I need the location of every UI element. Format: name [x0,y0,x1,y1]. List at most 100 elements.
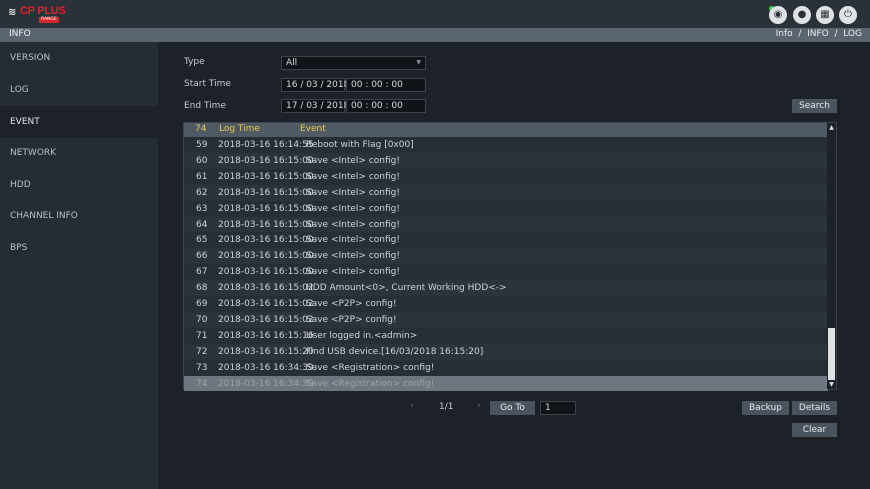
end-time-field[interactable]: 00 : 00 : 00 [346,99,426,113]
top-bar: ≋ CP PLUS RANGE ◉ ● ▦ ⏻ [0,0,870,28]
power-icon[interactable]: ⏻ [839,6,857,24]
start-time-field[interactable]: 00 : 00 : 00 [346,78,426,92]
row-event: Save <Intel> config! [306,267,400,278]
row-log-time: 2018-03-16 16:15:00 [218,219,314,230]
table-row[interactable]: 60 2018-03-16 16:15:00 Save <Intel> config… [184,152,828,169]
logo-mark-icon: ≋ [8,7,17,18]
type-select[interactable]: All ▼ [281,56,426,70]
row-number: 65 [196,235,208,246]
row-log-time: 2018-03-16 16:15:02 [218,299,314,309]
row-event: Save <Intel> config! [306,155,400,166]
next-page-icon[interactable]: › [477,401,481,411]
scroll-thumb[interactable] [828,328,835,380]
details-button[interactable]: Details [792,401,837,415]
table-row[interactable]: 72 2018-03-16 16:15:20 Find USB device.[16… [184,343,828,360]
prev-page-icon[interactable]: ‹ [410,401,414,411]
row-log-time: 2018-03-16 16:15:00 [218,235,314,246]
row-log-time: 2018-03-16 16:34:39 [218,362,314,373]
header-log-time: Log Time [219,124,260,134]
row-event: Save <Intel> config! [306,187,400,198]
eye-icon[interactable]: ◉ [769,6,787,24]
table-row[interactable]: 67 2018-03-16 16:15:00 Save <Intel> config… [184,264,828,280]
brand-name: CP PLUS [20,5,66,17]
table-row[interactable]: 73 2018-03-16 16:34:39 Save <Registration>… [184,360,828,376]
row-log-time: 2018-03-16 16:15:02 [218,314,314,325]
row-number: 60 [196,155,208,166]
row-log-time: 2018-03-16 16:15:16 [218,330,314,341]
row-event: Save <Intel> config! [306,203,400,214]
sidebar-item-version[interactable]: VERSION [0,42,158,74]
table-row[interactable]: 62 2018-03-16 16:15:00 Save <Intel> config… [184,184,828,201]
row-event: Save <Intel> config! [306,251,400,262]
table-row[interactable]: 61 2018-03-16 16:15:00 Save <Intel> config… [184,169,828,185]
table-scrollbar[interactable]: ▲ ▼ [827,123,836,389]
row-event: Save <Intel> config! [306,219,400,230]
chevron-down-icon: ▼ [416,59,421,66]
backup-button[interactable]: Backup [742,401,789,415]
row-log-time: 2018-03-16 16:34:39 [218,378,314,389]
row-event: Save <Registration> config! [306,378,435,389]
start-time-label: Start Time [184,79,231,89]
page-indicator: 1/1 [439,402,454,412]
table-row[interactable]: 63 2018-03-16 16:15:00 Save <Intel> config… [184,201,828,217]
row-number: 67 [196,267,208,278]
grid-icon[interactable]: ▦ [816,6,834,24]
header-bar: INFO Info / INFO / LOG [0,28,870,42]
sidebar-item-network[interactable]: NETWORK [0,137,158,169]
brand-logo: ≋ CP PLUS RANGE [8,5,68,23]
breadcrumb: Info / INFO / LOG [775,29,862,39]
row-event: Save <P2P> config! [306,314,397,325]
goto-page-input[interactable]: 1 [540,401,576,415]
row-log-time: 2018-03-16 16:14:55 [218,140,314,150]
row-event: Reboot with Flag [0x00] [306,140,414,150]
header-count: 74 [195,124,207,134]
search-button[interactable]: Search [792,99,837,113]
row-log-time: 2018-03-16 16:15:02 [218,283,314,294]
row-log-time: 2018-03-16 16:15:00 [218,267,314,278]
table-row[interactable]: 69 2018-03-16 16:15:02 Save <P2P> config! [184,296,828,312]
row-log-time: 2018-03-16 16:15:00 [218,155,314,166]
type-value: All [286,58,298,68]
sidebar-item-event[interactable]: EVENT [0,106,158,138]
user-icon[interactable]: ● [793,6,811,24]
scroll-down-icon[interactable]: ▼ [828,381,835,388]
table-row[interactable]: 70 2018-03-16 16:15:02 Save <P2P> config! [184,311,828,328]
row-number: 63 [196,203,208,214]
type-label: Type [184,57,205,67]
table-row[interactable]: 74 2018-03-16 16:34:39 Save <Registration>… [184,375,828,392]
sidebar-item-bps[interactable]: BPS [0,232,158,264]
header-event: Event [300,124,326,134]
clear-button[interactable]: Clear [792,423,837,437]
sidebar-item-log[interactable]: LOG [0,74,158,106]
table-row[interactable]: 65 2018-03-16 16:15:00 Save <Intel> config… [184,232,828,248]
row-number: 72 [196,346,208,357]
row-number: 74 [196,378,208,389]
row-number: 61 [196,171,208,182]
row-event: Save <P2P> config! [306,299,397,309]
sidebar: VERSION LOG EVENT NETWORK HDD CHANNEL IN… [0,42,158,489]
scroll-up-icon[interactable]: ▲ [828,124,835,131]
end-time-label: End Time [184,101,226,111]
row-event: HDD Amount<0>, Current Working HDD<-> [306,283,507,294]
row-number: 64 [196,219,208,230]
start-date-field[interactable]: 16 / 03 / 2018 [281,78,349,92]
row-number: 73 [196,362,208,373]
row-log-time: 2018-03-16 16:15:00 [218,203,314,214]
sidebar-item-hdd[interactable]: HDD [0,169,158,201]
sidebar-item-channel-info[interactable]: CHANNEL INFO [0,200,158,232]
end-date-field[interactable]: 17 / 03 / 2018 [281,99,349,113]
table-row[interactable]: 68 2018-03-16 16:15:02 HDD Amount<0>, Curr… [184,280,828,296]
row-number: 66 [196,251,208,262]
table-row[interactable]: 66 2018-03-16 16:15:00 Save <Intel> config… [184,248,828,265]
row-event: Save <Intel> config! [306,171,400,182]
table-row[interactable]: 64 2018-03-16 16:15:00 Save <Intel> config… [184,216,828,233]
row-event: Save <Intel> config! [306,235,400,246]
row-event: Save <Registration> config! [306,362,435,373]
goto-button[interactable]: Go To [490,401,535,415]
row-event: User logged in.<admin> [306,330,418,341]
table-row[interactable]: 59 2018-03-16 16:14:55 Reboot with Flag [0… [184,137,828,153]
event-log-table: 74 Log Time Event 59 2018-03-16 16:14:55 R… [183,122,837,392]
table-row[interactable]: 71 2018-03-16 16:15:16 User logged in.<adm… [184,328,828,344]
row-event: Find USB device.[16/03/2018 16:15:20] [306,346,484,357]
row-log-time: 2018-03-16 16:15:00 [218,171,314,182]
